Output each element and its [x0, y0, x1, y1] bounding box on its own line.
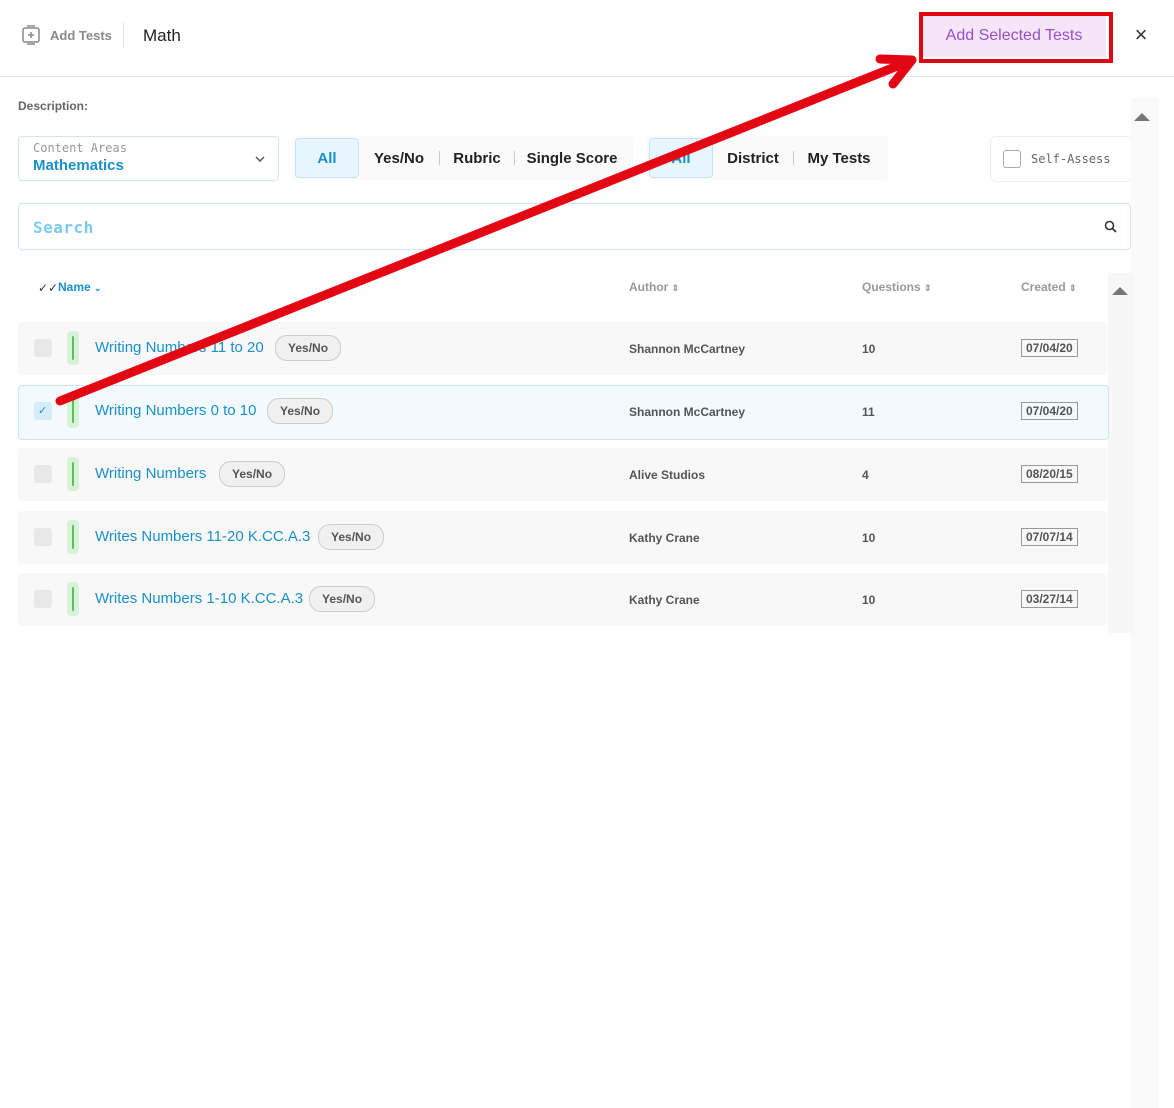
row-checkbox[interactable]: [34, 528, 52, 546]
content-areas-label: Content Areas: [33, 141, 127, 155]
table-scrollbar[interactable]: [1108, 273, 1134, 633]
type-badge: Yes/No: [275, 335, 342, 361]
test-name-link[interactable]: Writes Numbers 1-10 K.CC.A.3: [95, 590, 303, 607]
table-row[interactable]: Writes Numbers 11-20 K.CC.A.3 Yes/No Kat…: [18, 511, 1107, 564]
column-header-author[interactable]: Author ⇕: [629, 280, 679, 294]
sort-desc-icon: ⌄: [94, 283, 102, 293]
test-name-link[interactable]: Writing Numbers 0 to 10: [95, 402, 256, 419]
content-areas-value: Mathematics: [33, 157, 124, 174]
row-checkbox[interactable]: [34, 465, 52, 483]
status-bar: [67, 394, 79, 428]
page-title: Math: [143, 26, 181, 45]
table-row[interactable]: Writing Numbers Yes/No Alive Studios 4 0…: [18, 448, 1107, 501]
description-label: Description:: [18, 99, 89, 113]
source-filter: All District My Tests: [647, 136, 888, 180]
questions-count: 11: [862, 405, 875, 419]
scroll-up-icon[interactable]: [1112, 287, 1128, 295]
column-header-name[interactable]: Name ⌄: [58, 280, 102, 294]
row-checkbox[interactable]: ✓: [34, 402, 52, 420]
author-text: Kathy Crane: [629, 531, 700, 545]
status-bar: [67, 520, 79, 554]
self-assess-toggle[interactable]: Self-Assess: [990, 136, 1132, 182]
source-filter-my-tests[interactable]: My Tests: [794, 136, 884, 180]
type-filter-all[interactable]: All: [295, 138, 359, 178]
type-filter: All Yes/No Rubric Single Score: [293, 136, 633, 180]
status-bar: [67, 457, 79, 491]
sort-icon: ⇕: [1069, 283, 1077, 293]
column-name-label: Name: [58, 280, 91, 294]
type-badge: Yes/No: [318, 524, 385, 550]
sort-icon: ⇕: [671, 283, 680, 293]
source-filter-district[interactable]: District: [713, 136, 793, 180]
type-filter-single-score[interactable]: Single Score: [515, 136, 629, 180]
test-name-link[interactable]: Writing Numbers: [95, 465, 206, 482]
created-date: 07/04/20: [1021, 339, 1078, 357]
questions-count: 10: [862, 531, 876, 545]
page-scrollbar[interactable]: [1131, 98, 1159, 1108]
column-created-label: Created: [1021, 280, 1066, 294]
status-bar: [67, 331, 79, 365]
close-icon[interactable]: ×: [1130, 24, 1152, 46]
add-tests-icon: [22, 25, 40, 45]
header-divider: [123, 22, 124, 48]
questions-count: 10: [862, 342, 876, 356]
table-row[interactable]: Writes Numbers 1-10 K.CC.A.3 Yes/No Kath…: [18, 573, 1107, 626]
author-text: Alive Studios: [629, 468, 706, 482]
author-text: Shannon McCartney: [629, 342, 746, 356]
type-filter-yes-no[interactable]: Yes/No: [359, 136, 439, 180]
add-tests-label: Add Tests: [50, 28, 112, 43]
column-questions-label: Questions: [862, 280, 921, 294]
modal-header: Add Tests Math Add Selected Tests ×: [0, 0, 1174, 77]
test-name-link[interactable]: Writing Numbers 11 to 20: [95, 339, 264, 356]
check-icon: ✓: [38, 405, 48, 417]
scroll-up-icon[interactable]: [1134, 113, 1150, 121]
status-bar: [67, 582, 79, 616]
created-date: 07/04/20: [1021, 402, 1078, 420]
add-selected-tests-button[interactable]: Add Selected Tests: [922, 14, 1106, 57]
questions-count: 4: [862, 468, 869, 482]
row-checkbox[interactable]: [34, 339, 52, 357]
self-assess-checkbox[interactable]: [1003, 150, 1021, 168]
type-filter-rubric[interactable]: Rubric: [440, 136, 514, 180]
column-author-label: Author: [629, 280, 669, 294]
type-badge: Yes/No: [219, 461, 286, 487]
created-date: 08/20/15: [1021, 465, 1078, 483]
test-name-link[interactable]: Writes Numbers 11-20 K.CC.A.3: [95, 528, 310, 545]
author-text: Kathy Crane: [629, 593, 700, 607]
sort-icon: ⇕: [924, 283, 932, 293]
author-text: Shannon McCartney: [629, 405, 746, 419]
column-header-questions[interactable]: Questions ⇕: [862, 280, 932, 294]
self-assess-label: Self-Assess: [1031, 152, 1111, 166]
select-all-icon[interactable]: ✓✓: [38, 281, 58, 295]
row-checkbox[interactable]: [34, 590, 52, 608]
table-row[interactable]: Writing Numbers 11 to 20 Yes/No Shannon …: [18, 322, 1107, 375]
type-badge: Yes/No: [267, 398, 334, 424]
chevron-down-icon: [255, 156, 265, 163]
table-row[interactable]: ✓ Writing Numbers 0 to 10 Yes/No Shannon…: [18, 385, 1109, 440]
type-badge: Yes/No: [309, 586, 376, 612]
questions-count: 10: [862, 593, 876, 607]
search-input[interactable]: [31, 214, 1085, 240]
search-bar: [18, 203, 1131, 250]
content-areas-select[interactable]: Content Areas Mathematics: [18, 136, 279, 181]
created-date: 07/07/14: [1021, 528, 1078, 546]
column-header-created[interactable]: Created ⇕: [1021, 280, 1077, 294]
created-date: 03/27/14: [1021, 590, 1078, 608]
search-icon[interactable]: [1104, 220, 1117, 233]
source-filter-all[interactable]: All: [649, 138, 713, 178]
